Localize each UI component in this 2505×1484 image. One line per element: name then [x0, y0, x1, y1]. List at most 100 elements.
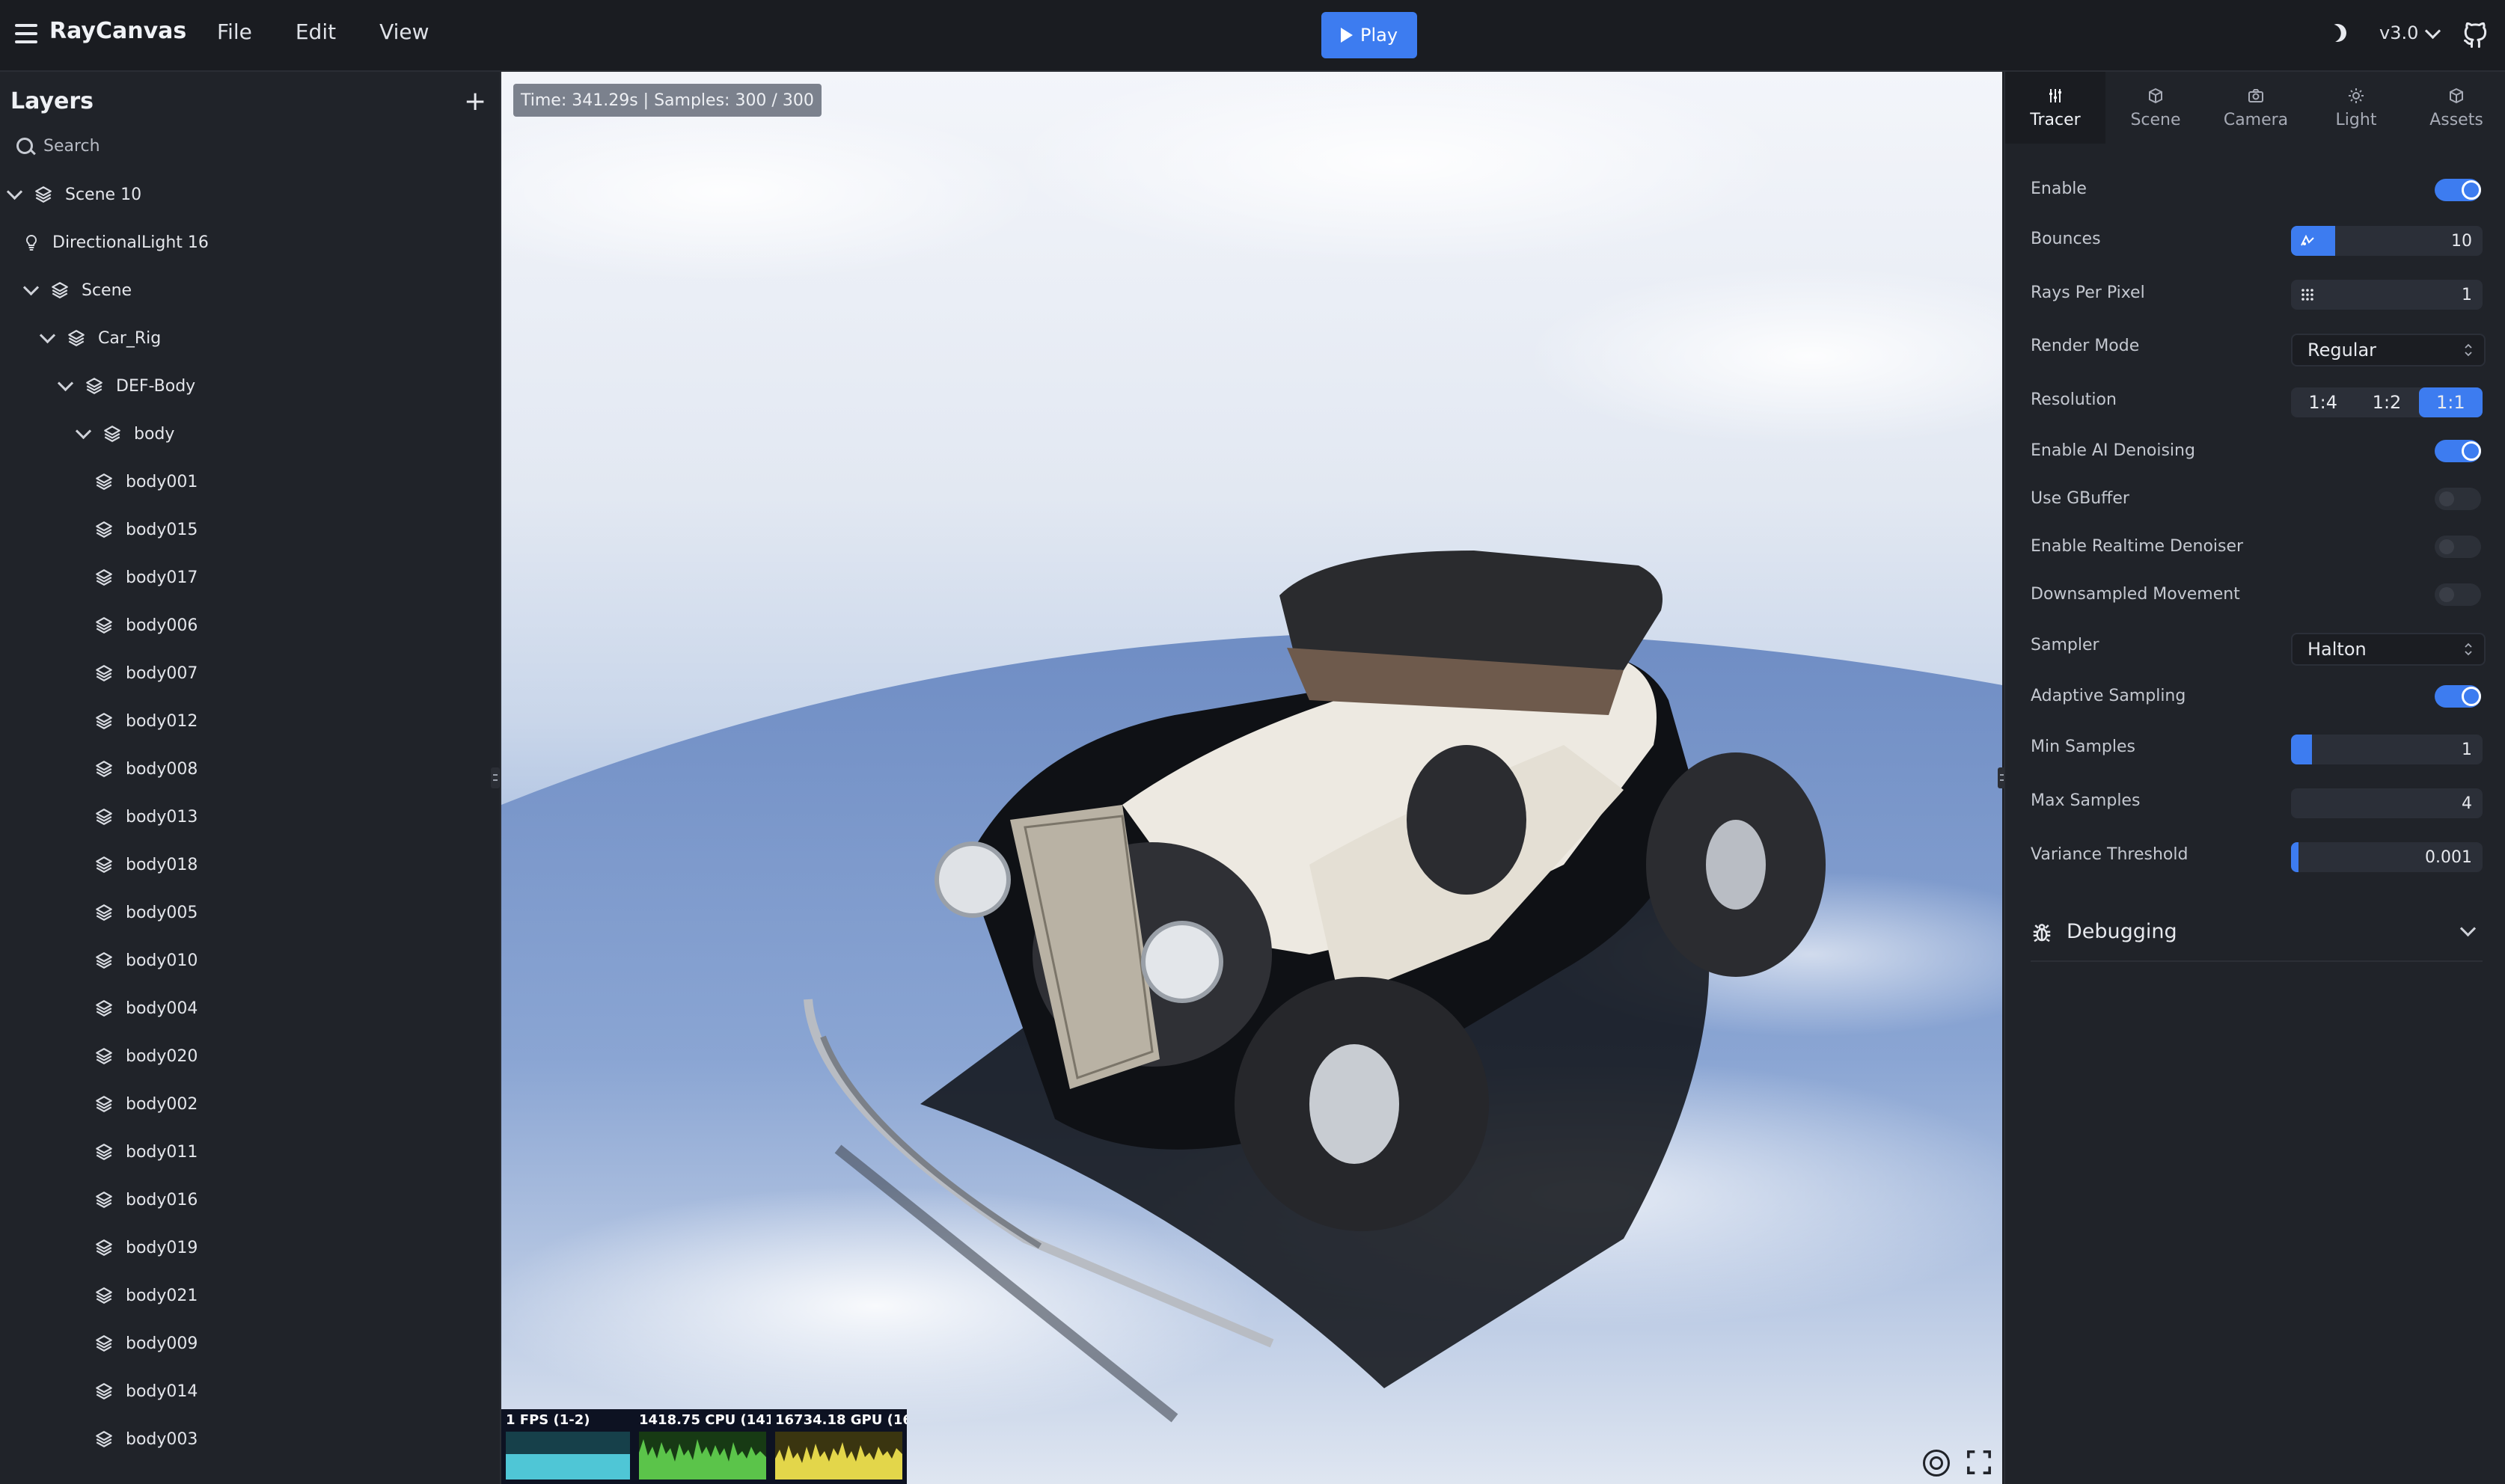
layer-item[interactable]: body010 — [94, 945, 198, 975]
layer-item[interactable]: body014 — [94, 1376, 198, 1406]
min-samples-label: Min Samples — [2031, 738, 2135, 756]
debugging-section-header[interactable]: Debugging — [2031, 907, 2483, 962]
layer-item[interactable]: Scene — [22, 275, 132, 305]
layer-item[interactable]: body004 — [94, 993, 198, 1023]
layer-item-label: body005 — [126, 903, 198, 922]
resolution-option-1-4[interactable]: 1:4 — [2291, 387, 2355, 417]
tab-scene[interactable]: Scene — [2105, 72, 2206, 144]
rays-per-pixel-value: 1 — [2462, 286, 2472, 304]
layer-item[interactable]: body019 — [94, 1233, 198, 1263]
layer-item[interactable]: body005 — [94, 898, 198, 927]
layer-item[interactable]: body011 — [94, 1137, 198, 1167]
github-icon[interactable] — [2462, 19, 2489, 49]
resolution-option-1-2[interactable]: 1:2 — [2355, 387, 2418, 417]
layer-item[interactable]: body021 — [94, 1281, 198, 1310]
layer-item[interactable]: body008 — [94, 754, 198, 784]
layers-icon — [96, 569, 112, 586]
layer-item[interactable]: body001 — [94, 467, 198, 497]
play-button-label: Play — [1359, 25, 1398, 46]
layer-item-label: body011 — [126, 1142, 198, 1162]
fullscreen-icon[interactable] — [1966, 1450, 1992, 1475]
layer-item[interactable]: body017 — [94, 562, 198, 592]
layer-item-label: Scene 10 — [65, 185, 142, 204]
menu-edit[interactable]: Edit — [296, 19, 336, 44]
tab-camera-label: Camera — [2223, 110, 2289, 129]
sky-cloud — [1526, 266, 2002, 446]
layer-item[interactable]: body002 — [94, 1089, 198, 1119]
tab-light[interactable]: Light — [2306, 72, 2406, 144]
enable-toggle[interactable] — [2435, 179, 2481, 201]
resolution-option-1-1[interactable]: 1:1 — [2418, 387, 2483, 417]
layer-item[interactable]: DEF-Body — [57, 371, 195, 401]
menu-file[interactable]: File — [217, 19, 252, 44]
layer-item[interactable]: body009 — [94, 1328, 198, 1358]
layer-item[interactable]: body020 — [94, 1041, 198, 1071]
layer-item[interactable]: Scene 10 — [6, 180, 142, 209]
layer-item-label: body — [134, 424, 175, 444]
chevron-down-icon[interactable] — [22, 279, 40, 295]
tab-tracer[interactable]: Tracer — [2005, 72, 2105, 144]
max-samples-slider[interactable]: 4 — [2291, 788, 2483, 818]
layer-item-label: body018 — [126, 855, 198, 874]
layer-item[interactable]: body016 — [94, 1185, 198, 1215]
tab-camera[interactable]: Camera — [2206, 72, 2306, 144]
menu-view[interactable]: View — [379, 19, 429, 44]
chevron-down-icon[interactable] — [6, 183, 23, 200]
layers-search-input[interactable] — [42, 130, 464, 162]
layer-item[interactable]: DirectionalLight 16 — [22, 227, 209, 257]
layer-item[interactable]: body006 — [94, 610, 198, 640]
resolution-label: Resolution — [2031, 390, 2117, 409]
theme-toggle-moon-icon[interactable] — [2326, 22, 2349, 45]
layer-item[interactable]: Car_Rig — [39, 323, 162, 353]
adaptive-sampling-toggle[interactable] — [2435, 685, 2481, 708]
layer-item-label: body016 — [126, 1190, 198, 1209]
variance-threshold-slider[interactable]: 0.001 — [2291, 842, 2483, 872]
sampler-select[interactable]: Halton — [2291, 633, 2486, 666]
bounces-label: Bounces — [2031, 230, 2101, 248]
gbuffer-toggle[interactable] — [2435, 488, 2481, 510]
bounces-slider[interactable]: 10 — [2291, 226, 2483, 256]
layer-item[interactable]: body018 — [94, 850, 198, 880]
left-panel-resize-handle[interactable] — [491, 767, 500, 788]
layers-title: Layers — [10, 88, 94, 114]
layers-icon — [96, 713, 112, 729]
add-layer-button[interactable]: + — [464, 88, 486, 115]
play-button[interactable]: Play — [1321, 12, 1417, 58]
app-title: RayCanvas — [49, 18, 187, 44]
rays-per-pixel-slider[interactable]: 1 — [2291, 280, 2483, 310]
play-icon — [1340, 28, 1353, 43]
tab-tracer-label: Tracer — [2030, 110, 2081, 129]
max-samples-value: 4 — [2462, 794, 2472, 813]
layer-item[interactable]: body003 — [94, 1424, 198, 1454]
adaptive-sampling-label: Adaptive Sampling — [2031, 687, 2186, 705]
layer-item-label: body007 — [126, 663, 198, 683]
layers-panel: Layers + Scene 10 DirectionalLight 16 Scen… — [0, 72, 501, 1484]
layer-item[interactable]: body007 — [94, 658, 198, 688]
layer-item[interactable]: body012 — [94, 706, 198, 736]
version-selector[interactable]: v3.0 — [2379, 22, 2418, 43]
tab-assets[interactable]: Assets — [2406, 72, 2505, 144]
realtime-denoiser-toggle[interactable] — [2435, 536, 2481, 558]
chevron-down-icon[interactable] — [75, 423, 92, 439]
hamburger-menu-icon[interactable] — [15, 24, 37, 43]
layers-icon — [96, 1239, 112, 1256]
layer-item-label: body020 — [126, 1046, 198, 1066]
render-mode-select[interactable]: Regular — [2291, 334, 2486, 367]
downsampled-movement-toggle[interactable] — [2435, 583, 2481, 606]
ai-denoising-label: Enable AI Denoising — [2031, 441, 2195, 460]
min-samples-slider[interactable]: 1 — [2291, 735, 2483, 764]
sampler-label: Sampler — [2031, 636, 2099, 654]
layer-item-label: Car_Rig — [98, 328, 162, 348]
performance-graphs — [506, 1432, 902, 1480]
layer-item[interactable]: body015 — [94, 515, 198, 545]
layer-item[interactable]: body — [75, 419, 175, 449]
focus-target-icon[interactable] — [1923, 1450, 1950, 1477]
ai-denoising-toggle[interactable] — [2435, 440, 2481, 462]
chevron-down-icon[interactable] — [57, 375, 74, 391]
layers-icon — [68, 330, 85, 346]
render-viewport[interactable]: Time: 341.29s | Samples: 300 / 300 1 FPS… — [501, 72, 2002, 1484]
min-samples-slider-fill — [2291, 735, 2313, 764]
chevron-down-icon[interactable] — [2424, 22, 2441, 40]
chevron-down-icon[interactable] — [39, 327, 56, 343]
layer-item[interactable]: body013 — [94, 802, 198, 832]
